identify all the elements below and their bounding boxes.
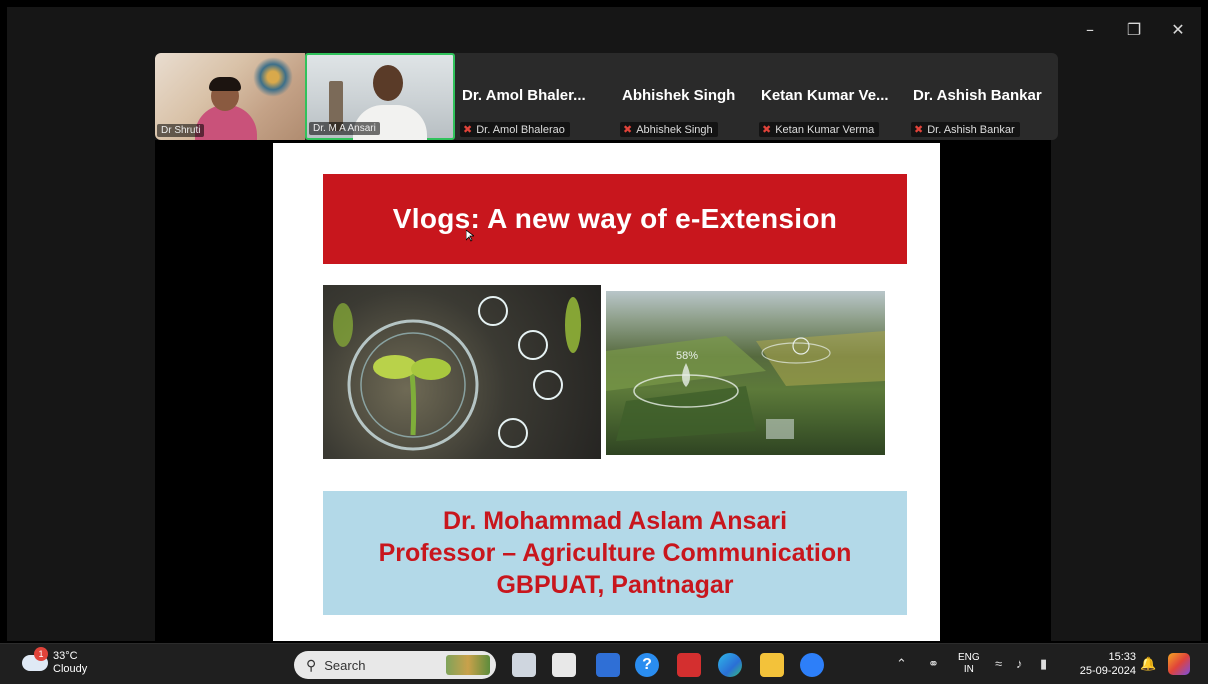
edge-icon[interactable] — [718, 653, 742, 677]
weather-text: 33°C Cloudy — [53, 650, 87, 676]
participant-tile-abhishek[interactable]: Abhishek Singh ✖ Abhishek Singh — [618, 53, 768, 140]
presentation-slide: Vlogs: A new way of e-Extension 58% Dr. … — [273, 143, 940, 641]
file-explorer-icon[interactable] — [512, 653, 536, 677]
search-highlight-image — [446, 655, 490, 675]
help-icon[interactable]: ? — [635, 653, 659, 677]
participant-name-tag: Dr. M A Ansari — [309, 122, 380, 135]
participant-display-name: Abhishek Singh — [622, 87, 736, 104]
cloud-icon: 1 — [22, 647, 48, 671]
temperature: 33°C — [53, 650, 78, 662]
taskbar-search-box[interactable]: ⚲ Search — [294, 651, 496, 679]
video-tile-shruti[interactable]: Dr Shruti — [155, 53, 305, 140]
author-box: Dr. Mohammad Aslam Ansari Professor – Ag… — [323, 491, 907, 615]
participant-gallery: Dr Shruti Dr. M A Ansari Dr. Amol Bhaler… — [155, 53, 1058, 140]
mcafee-icon[interactable] — [677, 653, 701, 677]
search-placeholder: Search — [324, 657, 366, 673]
zoom-icon[interactable] — [800, 653, 824, 677]
folder-icon[interactable] — [760, 653, 784, 677]
participant-tile-ketan[interactable]: Ketan Kumar Ve... ✖ Ketan Kumar Verma — [757, 53, 907, 140]
start-button[interactable] — [259, 654, 281, 676]
participant-label-text: Abhishek Singh — [636, 123, 713, 136]
participant-hair — [209, 77, 241, 91]
participant-tile-ashish[interactable]: Dr. Ashish Bankar ✖ Dr. Ashish Bankar — [909, 53, 1058, 140]
desktop-screen: – ❐ ✕ Dr Shruti Dr. M A Ansari Dr. Amol … — [0, 0, 1208, 684]
restore-icon[interactable]: ❐ — [1112, 14, 1156, 44]
weather-widget[interactable]: 1 33°C Cloudy — [22, 647, 87, 676]
mic-muted-icon: ✖ — [463, 124, 473, 136]
participant-display-name: Dr. Amol Bhaler... — [462, 87, 586, 104]
volume-icon[interactable]: ♪ — [1016, 656, 1023, 671]
mic-muted-icon: ✖ — [914, 124, 924, 136]
region-code: IN — [963, 664, 974, 675]
chevron-up-icon[interactable]: ⌃ — [896, 656, 907, 672]
participant-label: ✖ Ketan Kumar Verma — [759, 122, 880, 137]
sprout-illustration — [333, 296, 581, 451]
overlay-percent-text: 58% — [676, 350, 698, 362]
window-controls: – ❐ ✕ — [1068, 14, 1200, 44]
battery-icon[interactable]: ▮ — [1040, 656, 1047, 672]
participant-label-text: Dr. Ashish Bankar — [927, 123, 1015, 136]
microphone-icon[interactable]: ⚭ — [928, 656, 939, 672]
mouse-cursor — [466, 230, 474, 242]
store-icon[interactable] — [552, 653, 576, 677]
clock-time: 15:33 — [1108, 651, 1136, 663]
participant-label: ✖ Dr. Amol Bhalerao — [460, 122, 570, 137]
author-institution: GBPUAT, Pantnagar — [496, 571, 734, 599]
mic-muted-icon: ✖ — [762, 124, 772, 136]
wall-decor — [253, 57, 293, 97]
video-tile-ansari[interactable]: Dr. M A Ansari — [305, 53, 455, 140]
sprout-technology-image — [323, 285, 601, 459]
participant-label-text: Ketan Kumar Verma — [775, 123, 875, 136]
notification-badge: 1 — [34, 647, 48, 661]
weather-condition: Cloudy — [53, 663, 88, 675]
participant-label: ✖ Abhishek Singh — [620, 122, 718, 137]
taskbar-clock[interactable]: 15:33 25-09-2024 — [1070, 650, 1136, 678]
participant-head — [373, 65, 403, 101]
slide-title: Vlogs: A new way of e-Extension — [392, 203, 838, 234]
copilot-icon[interactable] — [1168, 653, 1190, 675]
search-icon: ⚲ — [306, 656, 317, 673]
participant-label-text: Dr. Amol Bhalerao — [476, 123, 565, 136]
participant-name-tag: Dr Shruti — [157, 124, 205, 137]
mic-muted-icon: ✖ — [623, 124, 633, 136]
fields-illustration: 58% — [606, 331, 885, 441]
wifi-icon[interactable]: ≈ — [995, 656, 1002, 671]
minimize-icon[interactable]: – — [1068, 14, 1112, 44]
participant-tile-amol[interactable]: Dr. Amol Bhaler... ✖ Dr. Amol Bhalerao — [458, 53, 608, 140]
author-name: Dr. Mohammad Aslam Ansari — [442, 507, 788, 535]
aerial-fields-image: 58% — [606, 291, 885, 455]
participant-display-name: Ketan Kumar Ve... — [761, 87, 889, 104]
language-code: ENG — [958, 652, 980, 663]
participant-label: ✖ Dr. Ashish Bankar — [911, 122, 1020, 137]
language-indicator[interactable]: ENG IN — [958, 652, 980, 676]
close-icon[interactable]: ✕ — [1156, 14, 1200, 44]
participant-display-name: Dr. Ashish Bankar — [913, 87, 1042, 104]
slide-title-banner: Vlogs: A new way of e-Extension — [323, 174, 907, 264]
bell-icon[interactable]: 🔔 — [1140, 656, 1156, 672]
author-title: Professor – Agriculture Communication — [378, 539, 852, 567]
windows-taskbar: 1 33°C Cloudy ⚲ Search ? ⌃ ⚭ ENG IN ≈ ♪ … — [0, 643, 1208, 684]
app-icon[interactable] — [596, 653, 620, 677]
clock-date: 25-09-2024 — [1079, 665, 1136, 677]
